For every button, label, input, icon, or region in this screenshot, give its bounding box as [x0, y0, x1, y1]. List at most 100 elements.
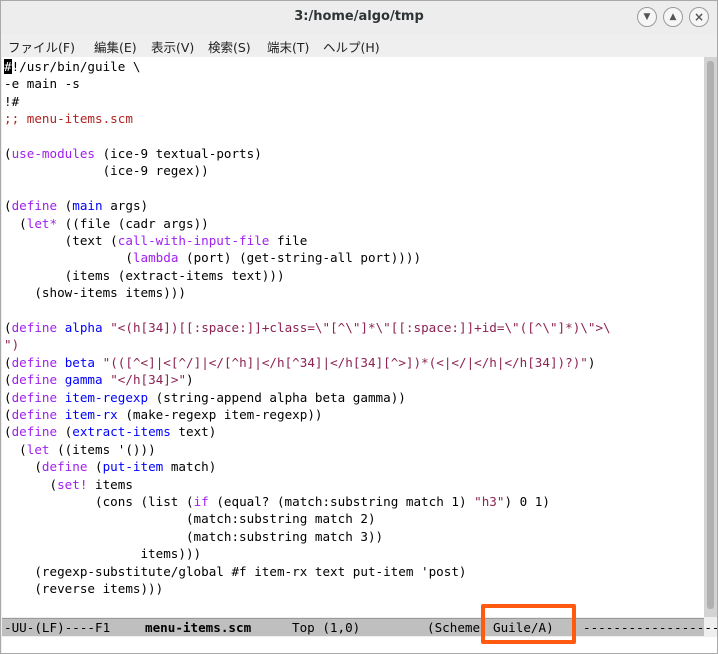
- code-token: (: [4, 441, 27, 457]
- code-token: define: [11, 407, 58, 422]
- code-token: call-with-input-file: [117, 233, 270, 248]
- code-token: define: [11, 354, 58, 370]
- code-token: alpha: [64, 320, 103, 335]
- close-icon: ×: [693, 10, 705, 24]
- code-line: (let ((items '())): [4, 441, 156, 458]
- text-cursor: #: [4, 59, 12, 74]
- scrollbar[interactable]: [704, 57, 717, 617]
- modeline-position: Top (1,0): [292, 620, 361, 635]
- code-token: define: [11, 198, 58, 214]
- modeline-mode: (Scheme: [427, 620, 481, 635]
- code-token: ) 0 1): [504, 494, 550, 509]
- code-token: ((file (cadr args)): [57, 215, 209, 231]
- code-line: (text (call-with-input-file file: [4, 232, 308, 249]
- mode-line: -UU-(LF)----F1 menu-items.scm Top (1,0) …: [2, 618, 717, 636]
- code-token: beta: [64, 354, 96, 370]
- code-line: (cons (list (if (equal? (match:substring…: [4, 493, 550, 510]
- code-line: (show-items items))): [4, 284, 186, 301]
- modeline-trailer: ------------------: [583, 620, 718, 635]
- code-token: put-item: [102, 459, 164, 475]
- code-line: (let* ((file (cadr args)): [4, 215, 209, 232]
- code-token: (: [4, 459, 42, 475]
- code-token: (: [4, 215, 27, 231]
- menu-search[interactable]: 検索(S): [208, 37, 251, 56]
- code-token: -e main -s: [4, 76, 80, 92]
- code-token: (: [4, 146, 12, 161]
- code-line: items))): [4, 545, 201, 562]
- code-line: ;; menu-items.scm: [4, 110, 133, 127]
- code-token: define: [11, 320, 58, 335]
- menu-view[interactable]: 表示(V): [151, 37, 194, 56]
- emacs-buffer[interactable]: #!/usr/bin/guile \ -e main -s !#;; menu-it…: [2, 57, 704, 617]
- code-token: "): [4, 337, 20, 353]
- code-line: -e main -s: [4, 75, 80, 92]
- code-token: (: [4, 407, 12, 422]
- code-token: (string-append alpha beta gamma)): [148, 389, 406, 405]
- code-token: (make-regexp item-regexp)): [117, 407, 323, 422]
- close-button[interactable]: ×: [689, 7, 709, 27]
- minimize-button[interactable]: ▼: [637, 7, 657, 27]
- modeline-status: -UU-(LF)----F1: [4, 620, 111, 635]
- code-token: (: [87, 459, 103, 475]
- code-token: ((items '())): [49, 441, 156, 457]
- code-token: lambda: [132, 250, 179, 266]
- menu-help[interactable]: ヘルプ(H): [323, 37, 380, 56]
- code-token: (: [4, 250, 133, 266]
- code-token: gamma: [64, 372, 103, 388]
- menu-edit[interactable]: 編集(E): [94, 37, 137, 56]
- code-token: define: [11, 424, 58, 440]
- code-token: (equal? (match:substring match 1): [208, 494, 475, 509]
- title-bar[interactable]: 3:/home/algo/tmp ▼ ▲ ×: [1, 1, 717, 34]
- code-line: (items (extract-items text))): [4, 267, 285, 284]
- code-line: (set! items: [4, 476, 133, 493]
- code-token: (ice-9 regex)): [4, 163, 209, 179]
- code-token: (: [4, 372, 12, 388]
- code-token: (match:substring match 2): [4, 511, 376, 527]
- code-token: (: [4, 320, 12, 335]
- code-token: (ice-9 textual-ports): [95, 146, 262, 161]
- code-token: ): [587, 354, 596, 370]
- code-token: (items (extract-items text))): [4, 267, 285, 283]
- code-token: items: [87, 476, 133, 492]
- echo-area[interactable]: [2, 637, 717, 653]
- code-token: (reverse items))): [4, 581, 164, 596]
- code-token: (: [4, 476, 58, 492]
- code-line: (define (main args): [4, 197, 148, 214]
- menu-file[interactable]: ファイル(F): [8, 37, 75, 56]
- maximize-button[interactable]: ▲: [663, 7, 683, 27]
- code-token: (: [4, 424, 12, 440]
- code-line: (use-modules (ice-9 textual-ports): [4, 145, 262, 162]
- terminal-window: 3:/home/algo/tmp ▼ ▲ × ファイル(F) 編集(E) 表示(…: [0, 0, 718, 654]
- code-line: (regexp-substitute/global #f item-rx tex…: [4, 563, 466, 580]
- code-token: file: [269, 233, 308, 248]
- code-token: "h3": [474, 494, 505, 509]
- code-token: (: [4, 198, 12, 214]
- code-token: (cons (list (: [4, 494, 194, 509]
- code-token: (: [4, 354, 12, 370]
- code-line: (reverse items))): [4, 580, 163, 597]
- code-token: (text (: [4, 233, 118, 248]
- chevron-down-icon: ▼: [643, 12, 651, 22]
- code-token: (match:substring match 3)): [4, 528, 384, 544]
- code-token: (: [57, 424, 73, 440]
- code-token: (: [57, 198, 73, 214]
- code-token: item-regexp: [64, 389, 149, 405]
- code-token: args): [102, 198, 149, 214]
- scrollbar-thumb[interactable]: [707, 61, 714, 609]
- highlight-box: [481, 604, 576, 644]
- code-line: (define (put-item match): [4, 458, 216, 475]
- code-token: items))): [4, 546, 202, 562]
- code-token: define: [11, 372, 58, 388]
- code-line: (define alpha "<(h[34])[[:space:]]+class…: [4, 319, 611, 336]
- code-token: (show-items items))): [4, 285, 186, 301]
- menu-bar: ファイル(F) 編集(E) 表示(V) 検索(S) 端末(T) ヘルプ(H): [1, 34, 717, 56]
- code-token: if: [193, 494, 209, 509]
- code-line: (match:substring match 2): [4, 510, 376, 527]
- code-line: (define beta "(([^<]|<[^/]|</[^h]|</h[^3…: [4, 354, 595, 371]
- code-line: (lambda (port) (get-string-all port)))): [4, 249, 421, 266]
- menu-terminal[interactable]: 端末(T): [267, 37, 309, 56]
